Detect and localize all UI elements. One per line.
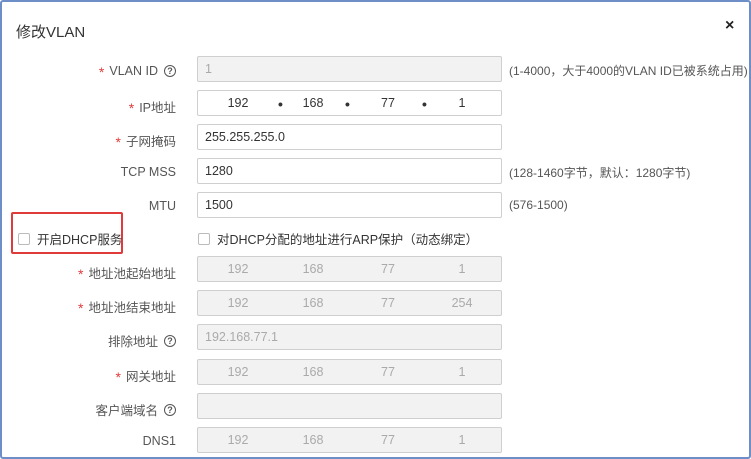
required-mark: * bbox=[78, 299, 84, 316]
row-tcp-mss: TCP MSS 1280 (128-1460字节，默认：1280字节) bbox=[0, 158, 751, 188]
ip-octet-1[interactable]: 192 bbox=[208, 428, 268, 452]
close-icon[interactable]: × bbox=[725, 17, 734, 35]
mtu-hint: (576-1500) bbox=[509, 198, 568, 212]
ip-octet-4[interactable]: 1 bbox=[432, 428, 492, 452]
required-mark: * bbox=[98, 64, 105, 80]
required-mark: * bbox=[128, 99, 135, 116]
pool-start-input[interactable]: 192 168 77 1 bbox=[197, 256, 502, 282]
row-pool-end: * 地址池结束地址 192 168 77 254 bbox=[0, 290, 751, 320]
row-vlan-id: * VLAN ID? 1 (1-4000，大于4000的VLAN ID已被系统占用… bbox=[0, 56, 751, 86]
row-pool-start: * 地址池起始地址 192 168 77 1 bbox=[0, 256, 751, 286]
help-icon[interactable]: ? bbox=[164, 403, 176, 416]
exclude-label: 排除地址 bbox=[107, 335, 158, 349]
ip-octet-4[interactable]: 1 bbox=[432, 91, 492, 115]
mask-input[interactable]: 255.255.255.0 bbox=[197, 124, 502, 150]
row-gateway: * 网关地址 192 168 77 1 bbox=[0, 359, 751, 389]
ip-dot: • bbox=[345, 96, 350, 112]
vlan-id-label: VLAN ID bbox=[109, 64, 158, 78]
exclude-input[interactable]: 192.168.77.1 bbox=[197, 324, 502, 350]
ip-octet-1[interactable]: 192 bbox=[208, 360, 268, 384]
dhcp-checkbox[interactable]: 开启DHCP服务 bbox=[18, 229, 122, 248]
domain-label: 客户端域名 bbox=[95, 404, 158, 418]
ip-octet-1[interactable]: 192 bbox=[208, 257, 268, 281]
checkbox-icon[interactable] bbox=[18, 232, 30, 245]
ip-octet-3[interactable]: 77 bbox=[358, 428, 418, 452]
vlan-id-input[interactable]: 1 bbox=[197, 56, 502, 82]
arp-checkbox[interactable]: 对DHCP分配的地址进行ARP保护（动态绑定） bbox=[198, 229, 478, 248]
tcp-mss-input[interactable]: 1280 bbox=[197, 158, 502, 184]
row-mask: * 子网掩码 255.255.255.0 bbox=[0, 124, 751, 154]
required-mark: * bbox=[115, 368, 121, 385]
ip-octet-4[interactable]: 1 bbox=[432, 257, 492, 281]
mtu-label: MTU bbox=[148, 199, 176, 213]
pool-start-label: 地址池起始地址 bbox=[88, 267, 176, 281]
ip-dot: • bbox=[422, 96, 427, 112]
help-icon[interactable]: ? bbox=[164, 334, 176, 347]
mtu-input[interactable]: 1500 bbox=[197, 192, 502, 218]
ip-octet-3[interactable]: 77 bbox=[358, 91, 418, 115]
ip-octet-2[interactable]: 168 bbox=[283, 91, 343, 115]
pool-end-input[interactable]: 192 168 77 254 bbox=[197, 290, 502, 316]
dns1-input[interactable]: 192 168 77 1 bbox=[197, 427, 502, 453]
row-exclude: 排除地址? 192.168.77.1 bbox=[0, 324, 751, 354]
ip-octet-2[interactable]: 168 bbox=[283, 428, 343, 452]
dhcp-label: 开启DHCP服务 bbox=[37, 233, 123, 247]
ip-label: IP地址 bbox=[139, 101, 176, 115]
row-domain: 客户端域名? bbox=[0, 393, 751, 423]
help-icon[interactable]: ? bbox=[164, 65, 176, 77]
mask-label: 子网掩码 bbox=[125, 135, 176, 149]
domain-input[interactable] bbox=[197, 393, 502, 419]
ip-input[interactable]: 192 • 168 • 77 • 1 bbox=[197, 90, 502, 116]
row-dns1: DNS1 192 168 77 1 bbox=[0, 427, 751, 457]
arp-label: 对DHCP分配的地址进行ARP保护（动态绑定） bbox=[217, 233, 479, 247]
ip-octet-3[interactable]: 77 bbox=[358, 360, 418, 384]
checkbox-icon[interactable] bbox=[198, 232, 210, 245]
ip-octet-1[interactable]: 192 bbox=[208, 91, 268, 115]
ip-octet-4[interactable]: 1 bbox=[432, 360, 492, 384]
required-mark: * bbox=[78, 265, 84, 282]
tcp-mss-label: TCP MSS bbox=[120, 165, 176, 179]
gateway-label: 网关地址 bbox=[125, 370, 176, 384]
ip-octet-2[interactable]: 168 bbox=[283, 360, 343, 384]
ip-octet-2[interactable]: 168 bbox=[283, 291, 343, 315]
dns1-label: DNS1 bbox=[142, 434, 176, 448]
vlan-id-hint: (1-4000，大于4000的VLAN ID已被系统占用) bbox=[509, 64, 748, 78]
ip-octet-4[interactable]: 254 bbox=[432, 291, 492, 315]
ip-octet-3[interactable]: 77 bbox=[358, 291, 418, 315]
pool-end-label: 地址池结束地址 bbox=[88, 301, 176, 315]
ip-octet-3[interactable]: 77 bbox=[358, 257, 418, 281]
dialog-title: 修改VLAN bbox=[16, 24, 86, 41]
tcp-mss-hint: (128-1460字节，默认：1280字节) bbox=[509, 166, 691, 180]
gateway-input[interactable]: 192 168 77 1 bbox=[197, 359, 502, 385]
ip-octet-2[interactable]: 168 bbox=[283, 257, 343, 281]
required-mark: * bbox=[115, 133, 121, 150]
ip-octet-1[interactable]: 192 bbox=[208, 291, 268, 315]
row-ip: * IP地址 192 • 168 • 77 • 1 bbox=[0, 90, 751, 120]
